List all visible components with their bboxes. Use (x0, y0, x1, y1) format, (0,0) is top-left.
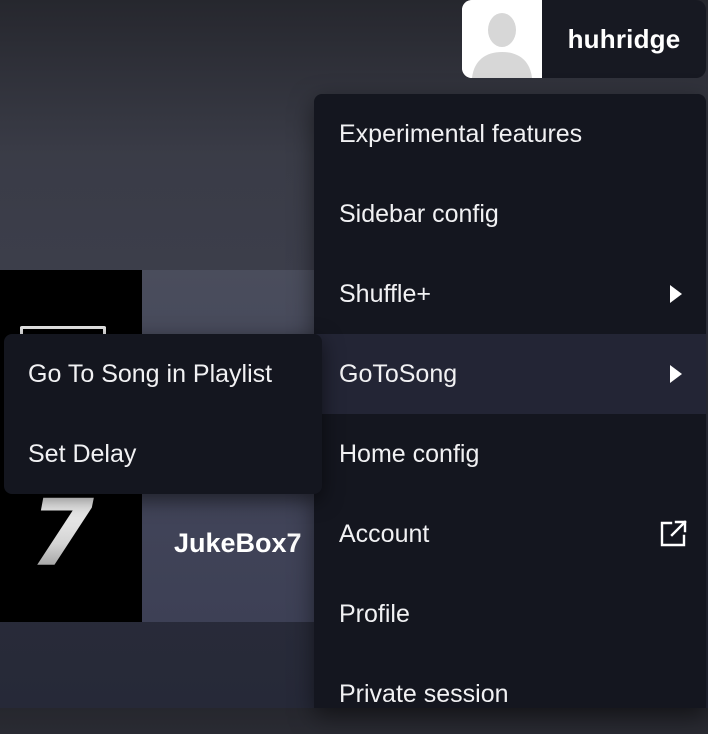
chevron-right-icon (670, 285, 682, 303)
playlist-title[interactable]: JukeBox7 (174, 528, 302, 559)
submenu-item-go-to-song-in-playlist[interactable]: Go To Song in Playlist (4, 334, 322, 414)
menu-item-label: Sidebar config (339, 199, 499, 228)
menu-item-home-config[interactable]: Home config (314, 414, 706, 494)
menu-item-experimental-features[interactable]: Experimental features (314, 94, 706, 174)
menu-item-label: Private session (339, 679, 509, 708)
external-link-icon (658, 519, 688, 549)
menu-item-private-session[interactable]: Private session (314, 654, 706, 734)
menu-item-label: GoToSong (339, 359, 458, 388)
username: huhridge (567, 23, 681, 54)
menu-item-gotosong[interactable]: GoToSong (314, 334, 706, 414)
menu-item-label: Profile (339, 599, 410, 628)
menu-item-label: Shuffle+ (339, 279, 431, 308)
menu-item-sidebar-config[interactable]: Sidebar config (314, 174, 706, 254)
user-menu-button[interactable]: huhridge (462, 0, 706, 78)
menu-item-account[interactable]: Account (314, 494, 706, 574)
cover-art-number: 7 (30, 480, 95, 587)
menu-item-profile[interactable]: Profile (314, 574, 706, 654)
submenu-item-set-delay[interactable]: Set Delay (4, 414, 322, 494)
menu-item-shuffle-plus[interactable]: Shuffle+ (314, 254, 706, 334)
user-silhouette-icon (462, 0, 542, 78)
profile-dropdown-menu: Experimental features Sidebar config Shu… (314, 94, 706, 708)
chevron-right-icon (670, 365, 682, 383)
menu-item-label: Account (339, 519, 430, 548)
menu-item-label: Home config (339, 439, 480, 468)
menu-item-label: Experimental features (339, 119, 583, 148)
gotosong-submenu: Go To Song in Playlist Set Delay (4, 334, 322, 494)
